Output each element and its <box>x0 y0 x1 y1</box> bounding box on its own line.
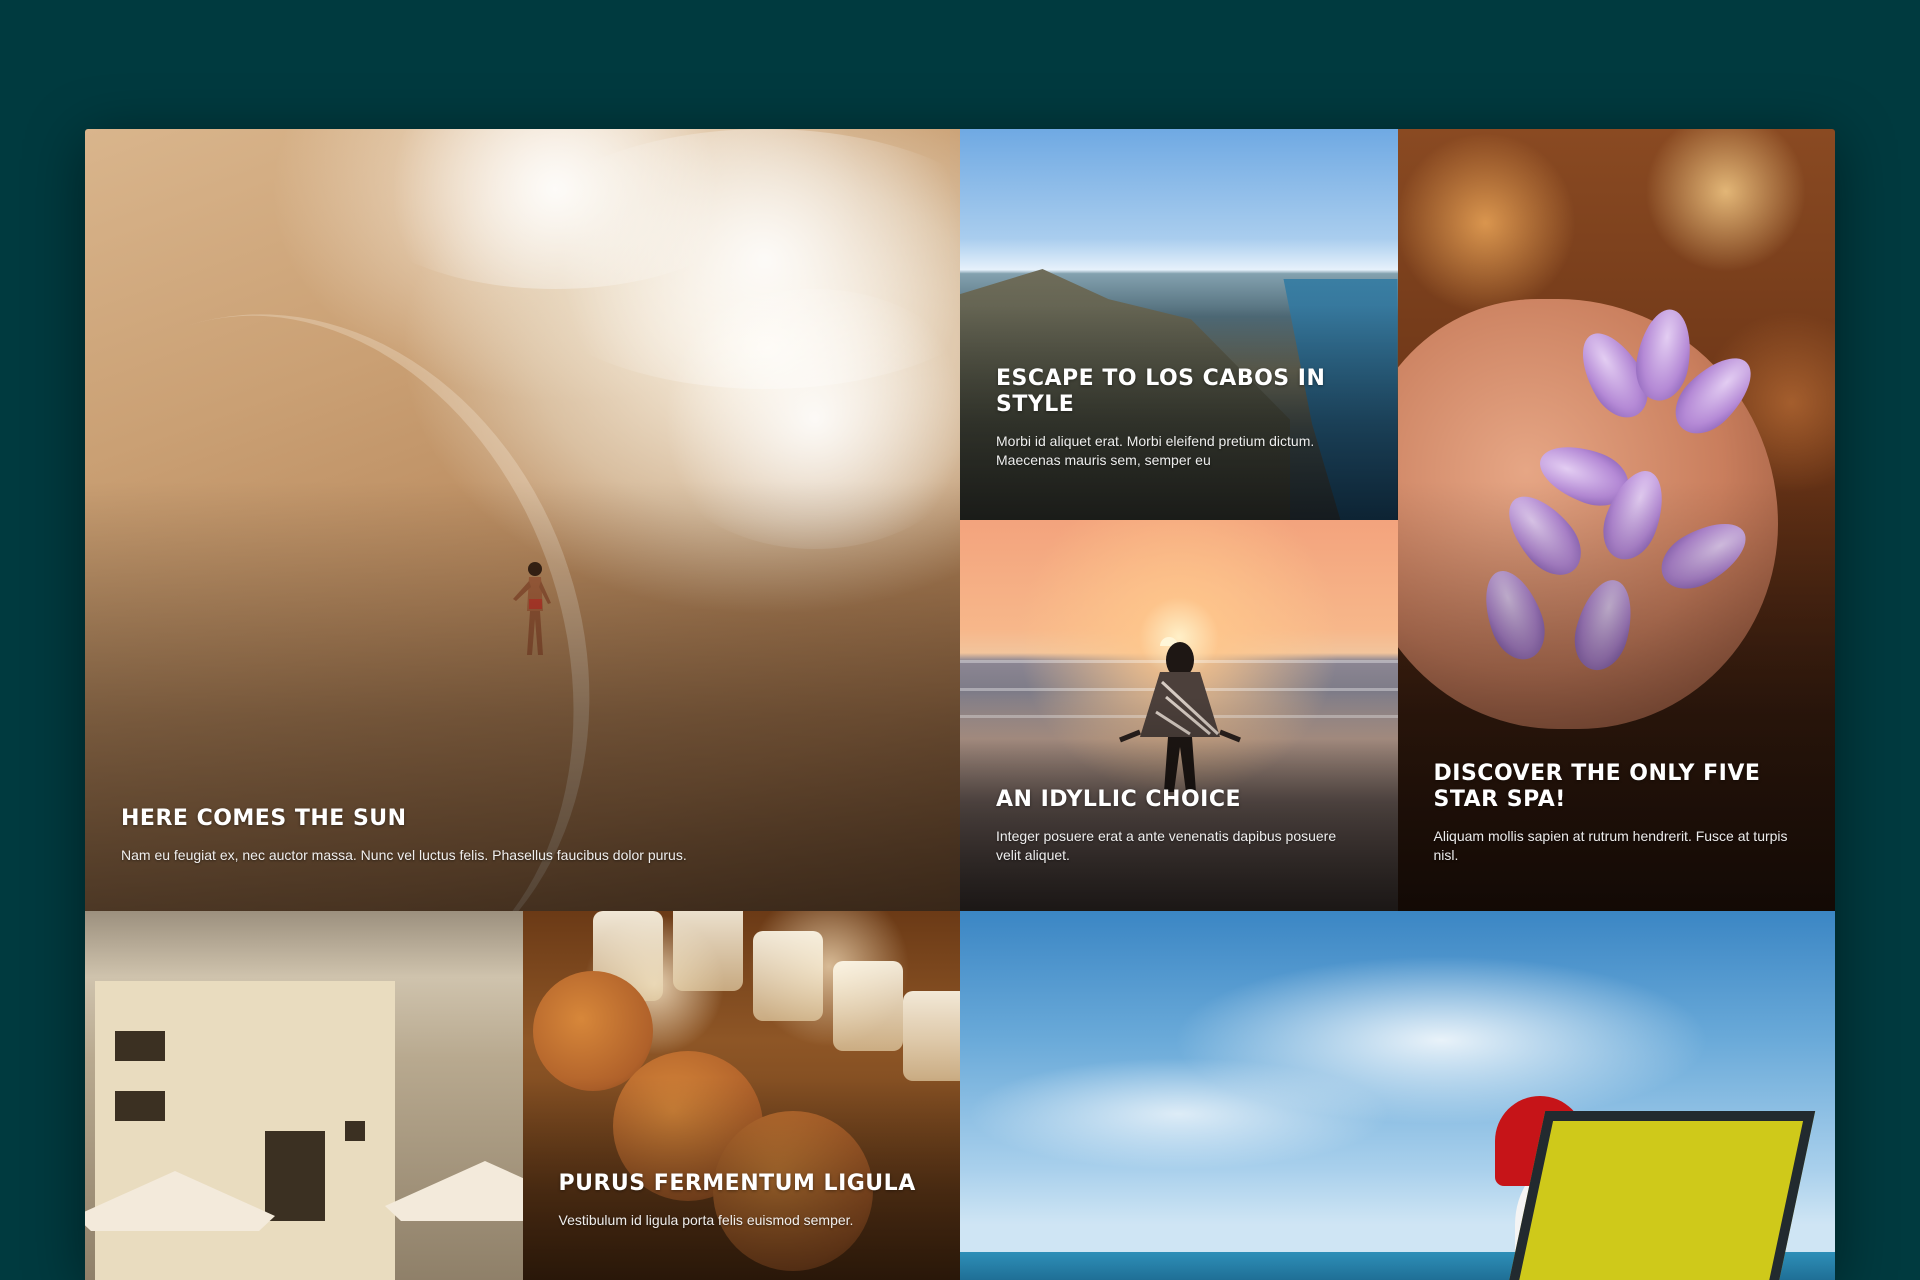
tile-description: Aliquam mollis sapien at rutrum hendreri… <box>1433 828 1788 863</box>
tile-five-star-spa[interactable]: DISCOVER THE ONLY FIVE STAR SPA! Aliquam… <box>1397 129 1835 911</box>
tile-description: Morbi id aliquet erat. Morbi eleifend pr… <box>996 433 1315 468</box>
santa-on-beach-photo <box>960 911 1835 1280</box>
gallery-frame: HERE COMES THE SUN Nam eu feugiat ex, ne… <box>85 129 1835 1280</box>
tile-an-idyllic-choice[interactable]: AN IDYLLIC CHOICE Integer posuere erat a… <box>960 520 1398 911</box>
tile-title: DISCOVER THE ONLY FIVE STAR SPA! <box>1433 761 1761 812</box>
tile-title: AN IDYLLIC CHOICE <box>996 787 1242 812</box>
tile-grid: HERE COMES THE SUN Nam eu feugiat ex, ne… <box>85 129 1835 1280</box>
tile-purus-fermentum-ligula[interactable]: PURUS FERMENTUM LIGULA Vestibulum id lig… <box>522 911 960 1280</box>
tile-resort-villa[interactable] <box>85 911 523 1280</box>
tile-description: Vestibulum id ligula porta felis euismod… <box>558 1212 854 1228</box>
tile-description: Integer posuere erat a ante venenatis da… <box>996 828 1337 863</box>
tile-title: HERE COMES THE SUN <box>121 806 407 831</box>
tile-caption: DISCOVER THE ONLY FIVE STAR SPA! Aliquam… <box>1434 761 1800 865</box>
tile-escape-to-los-cabos[interactable]: ESCAPE TO LOS CABOS IN STYLE Morbi id al… <box>960 129 1398 520</box>
tile-caption: HERE COMES THE SUN Nam eu feugiat ex, ne… <box>121 806 924 865</box>
tile-santa-beach[interactable] <box>960 911 1835 1280</box>
tile-caption: PURUS FERMENTUM LIGULA Vestibulum id lig… <box>559 1171 925 1230</box>
tile-here-comes-the-sun[interactable]: HERE COMES THE SUN Nam eu feugiat ex, ne… <box>85 129 960 911</box>
tile-title: ESCAPE TO LOS CABOS IN STYLE <box>996 366 1326 417</box>
tile-description: Nam eu feugiat ex, nec auctor massa. Nun… <box>121 847 687 863</box>
resort-villa-photo <box>85 911 523 1280</box>
tile-caption: AN IDYLLIC CHOICE Integer posuere erat a… <box>996 787 1362 865</box>
tile-caption: ESCAPE TO LOS CABOS IN STYLE Morbi id al… <box>996 366 1362 470</box>
tile-title: PURUS FERMENTUM LIGULA <box>558 1171 916 1196</box>
